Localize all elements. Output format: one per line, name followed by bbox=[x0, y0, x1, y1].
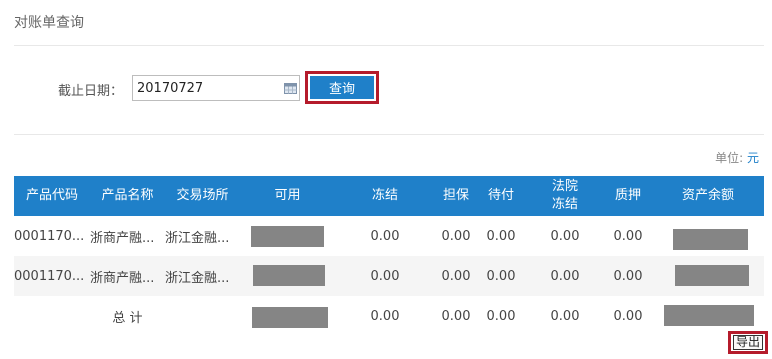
header-pledge: 质押 bbox=[614, 188, 641, 203]
cell-product-code: 0001170... bbox=[14, 228, 85, 244]
total-pledge: 0.00 bbox=[613, 308, 643, 324]
cell-venue: 浙江金融... bbox=[165, 230, 230, 246]
calendar-icon[interactable] bbox=[284, 82, 297, 94]
divider bbox=[14, 134, 764, 135]
table-row: 0001170... 浙商产融... 浙江金融... 0.00 0.00 0.0… bbox=[14, 256, 764, 296]
total-guarantee: 0.00 bbox=[441, 308, 471, 324]
cell-guarantee: 0.00 bbox=[441, 268, 471, 284]
total-frozen: 0.00 bbox=[370, 308, 400, 324]
cell-pending: 0.00 bbox=[486, 268, 516, 284]
cell-court-frozen: 0.00 bbox=[550, 228, 580, 244]
statement-table: 产品代码 产品名称 交易场所 可用 冻结 担保 待付 法院 冻结 质押 资产余额… bbox=[14, 176, 764, 336]
cell-frozen: 0.00 bbox=[370, 228, 400, 244]
total-label: 总 计 bbox=[112, 310, 143, 326]
masked-asset-balance bbox=[675, 265, 749, 286]
date-input[interactable] bbox=[132, 75, 300, 101]
query-button[interactable]: 查询 bbox=[310, 76, 374, 99]
header-venue: 交易场所 bbox=[176, 188, 229, 203]
unit-indicator: 单位: 元 bbox=[715, 149, 759, 166]
cell-court-frozen: 0.00 bbox=[550, 268, 580, 284]
divider bbox=[14, 45, 764, 46]
date-label: 截止日期： bbox=[58, 84, 124, 99]
header-court-frozen-label: 法院 冻结 bbox=[551, 179, 578, 212]
cell-product-name: 浙商产融... bbox=[90, 270, 155, 286]
header-pending: 待付 bbox=[487, 188, 514, 203]
masked-asset-balance bbox=[673, 229, 748, 250]
table-total-row: 总 计 0.00 0.00 0.00 0.00 0.00 bbox=[14, 296, 764, 336]
cell-product-code: 0001170... bbox=[14, 268, 85, 284]
header-product-name: 产品名称 bbox=[101, 188, 154, 203]
unit-prefix: 单位: bbox=[715, 151, 744, 165]
header-asset-balance: 资产余额 bbox=[681, 188, 734, 203]
cell-frozen: 0.00 bbox=[370, 268, 400, 284]
export-button[interactable]: 导出 bbox=[733, 335, 763, 350]
header-frozen: 冻结 bbox=[371, 188, 398, 203]
masked-total-asset-balance bbox=[664, 305, 754, 326]
export-button-highlight: 导出 bbox=[728, 331, 768, 354]
total-pending: 0.00 bbox=[486, 308, 516, 324]
cell-product-name: 浙商产融... bbox=[90, 230, 155, 246]
header-court-frozen: 法院 冻结 bbox=[537, 176, 593, 216]
cell-venue: 浙江金融... bbox=[165, 270, 230, 286]
cell-pledge: 0.00 bbox=[613, 268, 643, 284]
cell-guarantee: 0.00 bbox=[441, 228, 471, 244]
table-row: 0001170... 浙商产融... 浙江金融... 0.00 0.00 0.0… bbox=[14, 216, 764, 256]
unit-value: 元 bbox=[746, 151, 759, 165]
table-header: 产品代码 产品名称 交易场所 可用 冻结 担保 待付 法院 冻结 质押 资产余额 bbox=[14, 176, 764, 216]
header-product-code: 产品代码 bbox=[25, 188, 78, 203]
cell-pending: 0.00 bbox=[486, 228, 516, 244]
header-available: 可用 bbox=[274, 188, 301, 203]
cell-pledge: 0.00 bbox=[613, 228, 643, 244]
total-court-frozen: 0.00 bbox=[550, 308, 580, 324]
page-title: 对账单查询 bbox=[14, 15, 84, 31]
header-guarantee: 担保 bbox=[442, 188, 469, 203]
masked-total-available bbox=[252, 307, 328, 328]
query-button-highlight: 查询 bbox=[305, 71, 379, 104]
masked-available bbox=[253, 265, 325, 286]
masked-available bbox=[251, 226, 324, 247]
